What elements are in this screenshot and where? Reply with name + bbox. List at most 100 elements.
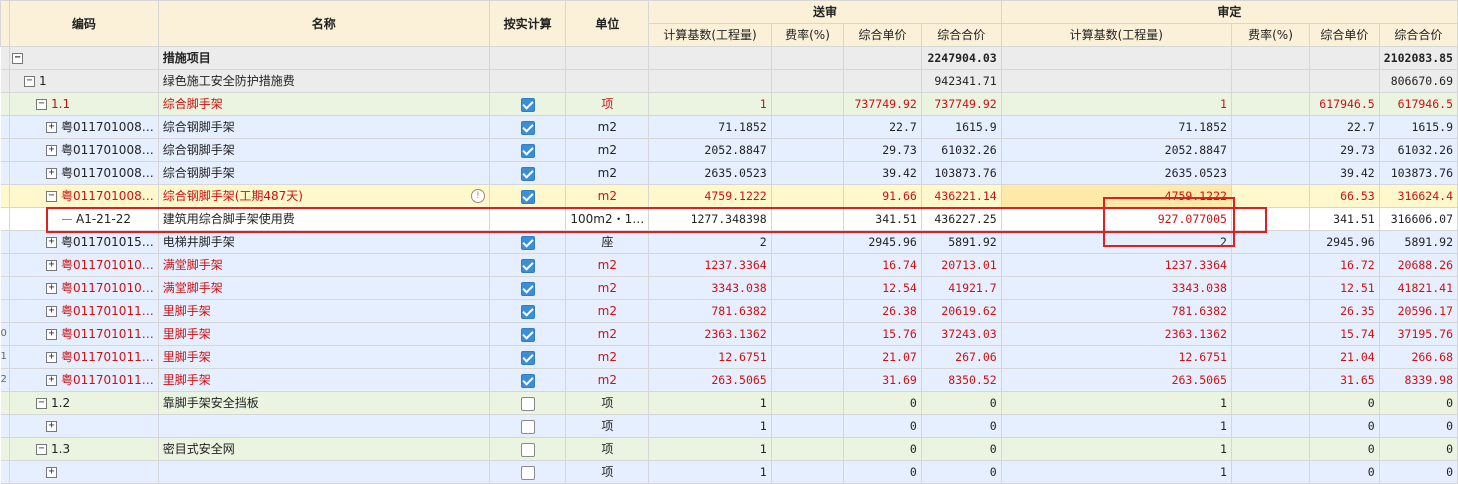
cell-code[interactable]: A1-21-22 — [9, 207, 159, 231]
cell-name[interactable]: 电梯井脚手架 — [157, 230, 490, 254]
cell-audit-base[interactable]: 1 — [1000, 460, 1232, 484]
cell-submit-base[interactable]: 3343.038 — [648, 276, 772, 300]
cell-submit-rate[interactable] — [770, 92, 845, 116]
cell-audit-total[interactable]: 20596.17 — [1378, 299, 1458, 323]
cell-submit-rate[interactable] — [770, 276, 845, 300]
cell-audit-rate[interactable] — [1230, 253, 1311, 277]
cell-audit-total[interactable]: 20688.26 — [1378, 253, 1458, 277]
cell-audit-base[interactable]: 927.077005 — [1000, 207, 1232, 231]
cell-submit-total[interactable]: 61032.26 — [920, 138, 1002, 162]
table-row[interactable]: 0 + 粤011701011… 里脚手架 m2 2363.1362 15.76 37243.0… — [0, 322, 1458, 346]
cell-audit-total[interactable]: 103873.76 — [1378, 161, 1458, 185]
cell-submit-rate[interactable] — [770, 46, 845, 70]
cell-submit-total[interactable]: 20619.62 — [920, 299, 1002, 323]
cell-unit[interactable]: 项 — [565, 391, 650, 415]
cell-audit-rate[interactable] — [1230, 230, 1311, 254]
warning-icon[interactable]: ! — [470, 189, 485, 203]
cell-audit-price[interactable] — [1309, 46, 1380, 70]
cell-audit-rate[interactable] — [1230, 69, 1311, 93]
cell-name[interactable]: 里脚手架 — [157, 299, 490, 323]
cell-submit-price[interactable]: 2945.96 — [843, 230, 922, 254]
cell-code[interactable]: + — [9, 460, 159, 484]
table-row[interactable]: + 项 1 0 0 1 0 0 — [0, 414, 1458, 438]
cell-code[interactable]: + 粤011701010… — [9, 253, 159, 277]
expand-icon[interactable]: + — [46, 260, 57, 271]
cell-name[interactable] — [157, 414, 490, 438]
cell-audit-total[interactable]: 37195.76 — [1378, 322, 1458, 346]
cell-actual[interactable] — [488, 460, 567, 484]
cell-audit-price[interactable]: 15.74 — [1309, 322, 1380, 346]
cell-audit-rate[interactable] — [1230, 92, 1311, 116]
cell-audit-total[interactable]: 316606.07 — [1378, 207, 1458, 231]
actual-checkbox[interactable] — [520, 373, 535, 388]
cell-name[interactable]: 综合钢脚手架 — [157, 161, 490, 185]
cell-submit-total[interactable]: 37243.03 — [920, 322, 1002, 346]
cell-submit-price[interactable]: 0 — [843, 414, 922, 438]
cell-code[interactable]: − 粤011701008… — [9, 184, 159, 208]
cell-name[interactable]: 满堂脚手架 — [157, 253, 490, 277]
cell-audit-rate[interactable] — [1230, 46, 1311, 70]
cell-audit-rate[interactable] — [1230, 391, 1311, 415]
cell-code[interactable]: + 粤011701011… — [9, 322, 159, 346]
cell-actual[interactable] — [488, 345, 567, 369]
cell-actual[interactable] — [488, 276, 567, 300]
table-row[interactable]: − 措施项目 2247904.03 2102083.85 — [0, 46, 1458, 70]
cell-actual[interactable] — [488, 414, 567, 438]
cell-unit[interactable]: m2 — [565, 322, 650, 346]
cell-submit-base[interactable]: 1 — [648, 460, 772, 484]
cell-submit-base[interactable]: 12.6751 — [648, 345, 772, 369]
cell-name[interactable]: 里脚手架 — [157, 322, 490, 346]
cell-code[interactable]: − — [9, 46, 159, 70]
cell-name[interactable]: 综合钢脚手架(工期487天)! — [157, 184, 490, 208]
cell-audit-rate[interactable] — [1230, 299, 1311, 323]
expand-icon[interactable]: + — [46, 352, 57, 363]
actual-checkbox[interactable] — [520, 143, 535, 158]
cell-submit-base[interactable]: 1237.3364 — [648, 253, 772, 277]
table-row[interactable]: 2 + 粤011701011… 里脚手架 m2 263.5065 31.69 8350.52 2… — [0, 368, 1458, 392]
cell-name[interactable] — [157, 460, 490, 484]
cell-audit-price[interactable]: 617946.5 — [1309, 92, 1380, 116]
cell-name[interactable]: 绿色施工安全防护措施费 — [157, 69, 490, 93]
actual-checkbox[interactable] — [520, 396, 535, 411]
cell-audit-total[interactable]: 266.68 — [1378, 345, 1458, 369]
cell-name[interactable]: 里脚手架 — [157, 368, 490, 392]
cell-submit-base[interactable]: 2635.0523 — [648, 161, 772, 185]
actual-checkbox[interactable] — [520, 235, 535, 250]
table-row[interactable]: −1.3 密目式安全网项 1 0 0 1 0 0 — [0, 437, 1458, 461]
cell-audit-rate[interactable] — [1230, 276, 1311, 300]
table-row[interactable]: + 粤011701015… 电梯井脚手架座 2 2945.96 5891.92 2 2945.… — [0, 230, 1458, 254]
cell-audit-total[interactable]: 316624.4 — [1378, 184, 1458, 208]
cell-submit-rate[interactable] — [770, 115, 845, 139]
table-row[interactable]: + 粤011701008… 综合钢脚手架 m2 2635.0523 39.42 103873… — [0, 161, 1458, 185]
cell-audit-base[interactable]: 1 — [1000, 391, 1232, 415]
cell-submit-total[interactable]: 436221.14 — [920, 184, 1002, 208]
header-name[interactable]: 名称 — [157, 0, 490, 47]
cell-unit[interactable]: m2 — [565, 138, 650, 162]
cell-actual[interactable] — [488, 299, 567, 323]
cell-audit-total[interactable]: 0 — [1378, 460, 1458, 484]
expand-icon[interactable]: + — [46, 421, 57, 432]
collapse-icon[interactable]: − — [24, 76, 35, 87]
cell-submit-rate[interactable] — [770, 391, 845, 415]
cell-name[interactable]: 综合钢脚手架 — [157, 115, 490, 139]
cell-submit-total[interactable]: 436227.25 — [920, 207, 1002, 231]
expand-icon[interactable]: + — [46, 375, 57, 386]
header-audit-price[interactable]: 综合单价 — [1309, 23, 1380, 47]
header-actual[interactable]: 按实计算 — [488, 0, 567, 47]
cell-name[interactable]: 综合钢脚手架 — [157, 138, 490, 162]
cell-audit-rate[interactable] — [1230, 184, 1311, 208]
cell-audit-rate[interactable] — [1230, 115, 1311, 139]
cell-submit-price[interactable] — [843, 69, 922, 93]
cell-submit-price[interactable]: 15.76 — [843, 322, 922, 346]
cell-unit[interactable] — [565, 69, 650, 93]
cell-unit[interactable]: m2 — [565, 184, 650, 208]
cell-unit[interactable]: m2 — [565, 345, 650, 369]
cell-code[interactable]: + 粤011701008… — [9, 138, 159, 162]
cell-audit-base[interactable]: 2635.0523 — [1000, 161, 1232, 185]
header-submit-total[interactable]: 综合合价 — [920, 23, 1002, 47]
cell-audit-price[interactable]: 29.73 — [1309, 138, 1380, 162]
cell-unit[interactable]: 项 — [565, 92, 650, 116]
cell-submit-rate[interactable] — [770, 299, 845, 323]
header-submit-rate[interactable]: 费率(%) — [770, 23, 845, 47]
actual-checkbox[interactable] — [520, 97, 535, 112]
